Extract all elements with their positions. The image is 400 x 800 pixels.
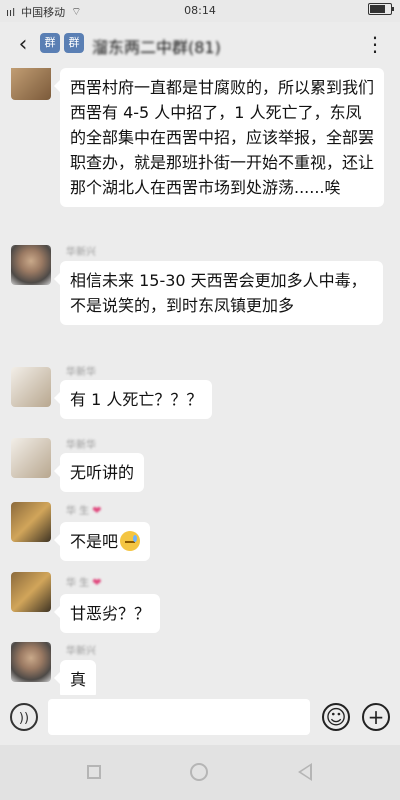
voice-button[interactable]: )) [10, 703, 38, 731]
message-bubble[interactable]: 不是吧 [53, 522, 151, 561]
sender-name: 华 生 ❤ [66, 576, 102, 589]
message-bubble[interactable]: 真 [53, 660, 97, 695]
clock: 08:14 [184, 4, 216, 17]
message-bubble[interactable]: 有 1 人死亡？？？ [53, 380, 213, 419]
home-icon[interactable] [190, 763, 208, 781]
avatar[interactable] [11, 68, 51, 100]
chat-title[interactable]: 溜东两二中群(81) [92, 34, 221, 58]
more-button[interactable]: ⋮ [365, 32, 386, 56]
sender-name: 华 生 ❤ [66, 504, 102, 517]
avatar[interactable] [11, 438, 51, 478]
battery-icon [368, 3, 394, 15]
message-bubble[interactable]: 西罟村府一直都是甘腐败的，所以累到我们西罟有 4-5 人中招了，1 人死亡了，东… [54, 68, 384, 207]
chat-header: ‹ 群 群 溜东两二中群(81) ⋮ [0, 22, 400, 68]
avatar[interactable] [11, 367, 51, 407]
back-triangle-icon[interactable] [298, 763, 312, 781]
plus-button[interactable]: + [362, 703, 390, 731]
recent-apps-icon[interactable] [87, 765, 101, 779]
heart-badge-icon: ❤ [92, 576, 102, 589]
message-input[interactable] [48, 699, 310, 735]
avatar[interactable] [11, 642, 51, 682]
back-chevron-icon: ‹ [18, 32, 28, 57]
message-list[interactable]: 西罟村府一直都是甘腐败的，所以累到我们西罟有 4-5 人中招了，1 人死亡了，东… [0, 68, 400, 695]
input-bar: )) ☺ + [0, 695, 400, 745]
sender-name: 华新华 [66, 367, 96, 378]
emoji-icon: ☺ [325, 705, 347, 729]
status-right [368, 3, 394, 15]
battery-level [370, 5, 385, 13]
status-bar: ııl 中国移动 ⌔ 08:14 [0, 0, 400, 22]
more-dots-icon: ⋮ [365, 32, 386, 56]
group-avatar-icon: 群 [64, 33, 84, 53]
avatar[interactable] [11, 245, 51, 285]
plus-icon: + [367, 705, 385, 729]
group-avatar-icon: 群 [40, 33, 60, 53]
system-nav-bar [0, 745, 400, 800]
emoji-button[interactable]: ☺ [322, 703, 350, 731]
sender-name: 华新兴 [66, 646, 96, 657]
sweat-emoji-icon [120, 531, 141, 551]
sender-name: 华新华 [66, 440, 96, 451]
back-button[interactable]: ‹ [10, 30, 36, 60]
voice-icon: )) [18, 711, 30, 726]
message-bubble[interactable]: 相信未来 15-30 天西罟会更加多人中毒，不是说笑的，到时东凤镇更加多 [54, 261, 383, 325]
avatar[interactable] [11, 572, 51, 612]
message-bubble[interactable]: 甘恶劣？？ [53, 594, 161, 633]
message-bubble[interactable]: 无听讲的 [53, 453, 145, 492]
heart-badge-icon: ❤ [92, 504, 102, 517]
sender-name: 华新兴 [66, 247, 96, 258]
avatar[interactable] [11, 502, 51, 542]
